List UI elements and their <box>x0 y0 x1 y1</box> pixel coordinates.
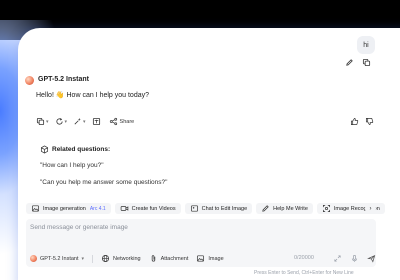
share-label: Share <box>119 118 135 125</box>
input-hint: Press Enter to Send, Ctrl+Enter for New … <box>254 270 354 276</box>
thumbs-down-icon[interactable] <box>365 117 374 126</box>
character-counter: 0/20000 <box>294 255 314 261</box>
rating-actions <box>350 117 374 126</box>
video-icon <box>120 204 129 213</box>
image-label: Image <box>208 255 224 262</box>
cube-icon <box>40 145 49 154</box>
suggestion-chips: Image generation Arc 4.1 Create fun Vide… <box>26 203 385 214</box>
scan-icon <box>322 204 331 213</box>
sparkle-icon <box>73 117 82 126</box>
copy-icon[interactable] <box>362 58 371 67</box>
expand-icon[interactable] <box>333 254 342 263</box>
bot-name: GPT-5.2 Instant <box>38 76 89 83</box>
networking-label: Networking <box>113 255 141 262</box>
composer-actions <box>333 254 376 263</box>
chip-image-generation[interactable]: Image generation Arc 4.1 <box>26 203 111 214</box>
user-message-actions <box>345 58 371 67</box>
send-icon[interactable] <box>367 254 376 263</box>
attachment-label: Attachment <box>160 255 189 262</box>
attachment-button[interactable]: Attachment <box>149 254 189 263</box>
chip-create-videos[interactable]: Create fun Videos <box>114 203 181 214</box>
image-button[interactable]: Image <box>196 254 224 263</box>
chip-badge: Arc 4.1 <box>89 205 106 212</box>
divider <box>92 254 94 263</box>
edit-icon[interactable] <box>345 58 354 67</box>
model-selector[interactable]: GPT-5.2 Instant ▾ <box>30 255 84 262</box>
composer: GPT-5.2 Instant ▾ Networking Attachment … <box>26 219 376 267</box>
globe-icon <box>101 254 110 263</box>
networking-button[interactable]: Networking <box>101 254 141 263</box>
chevron-down-icon: ▾ <box>46 118 49 125</box>
chip-label: Create fun Videos <box>131 205 176 212</box>
user-message-text: hi <box>363 41 369 49</box>
chip-label: Image generation <box>43 205 86 212</box>
related-questions-header: Related questions: <box>40 145 110 154</box>
copy-menu[interactable]: ▾ <box>36 117 49 126</box>
message-input[interactable] <box>30 224 360 231</box>
share-button[interactable]: Share <box>109 117 135 126</box>
thumbs-up-icon[interactable] <box>350 117 359 126</box>
bot-avatar <box>25 76 34 85</box>
composer-toolbar: GPT-5.2 Instant ▾ Networking Attachment … <box>30 254 224 263</box>
pen-icon <box>261 204 270 213</box>
related-question[interactable]: "Can you help me answer some questions?" <box>40 179 167 186</box>
translate-icon[interactable] <box>92 117 101 126</box>
message-toolbar: ▾ ▾ ▾ Share <box>36 117 134 126</box>
magic-menu[interactable]: ▾ <box>73 117 86 126</box>
chevron-down-icon: ▾ <box>81 255 85 262</box>
chip-label: Help Me Write <box>273 205 308 212</box>
chip-label: Chat to Edit Image <box>201 205 248 212</box>
regenerate-menu[interactable]: ▾ <box>55 117 68 126</box>
related-questions-title: Related questions: <box>52 146 111 153</box>
model-avatar <box>30 255 37 262</box>
image-icon <box>196 254 205 263</box>
paperclip-icon <box>149 254 158 263</box>
related-question[interactable]: "How can I help you?" <box>40 162 104 169</box>
model-label: GPT-5.2 Instant <box>40 255 79 262</box>
edit-image-icon <box>190 204 199 213</box>
chevron-down-icon: ▾ <box>83 118 86 125</box>
chip-chat-edit-image[interactable]: Chat to Edit Image <box>184 203 253 214</box>
image-icon <box>31 204 40 213</box>
chevron-right-icon[interactable]: › <box>365 203 376 214</box>
user-message-bubble: hi <box>357 36 375 54</box>
bot-message: Hello! 👋 How can I help you today? <box>36 92 149 99</box>
chip-help-write[interactable]: Help Me Write <box>256 203 313 214</box>
microphone-icon[interactable] <box>350 254 359 263</box>
regenerate-icon <box>55 117 64 126</box>
copy-icon <box>36 117 45 126</box>
chevron-down-icon: ▾ <box>64 118 68 125</box>
share-icon <box>109 117 118 126</box>
